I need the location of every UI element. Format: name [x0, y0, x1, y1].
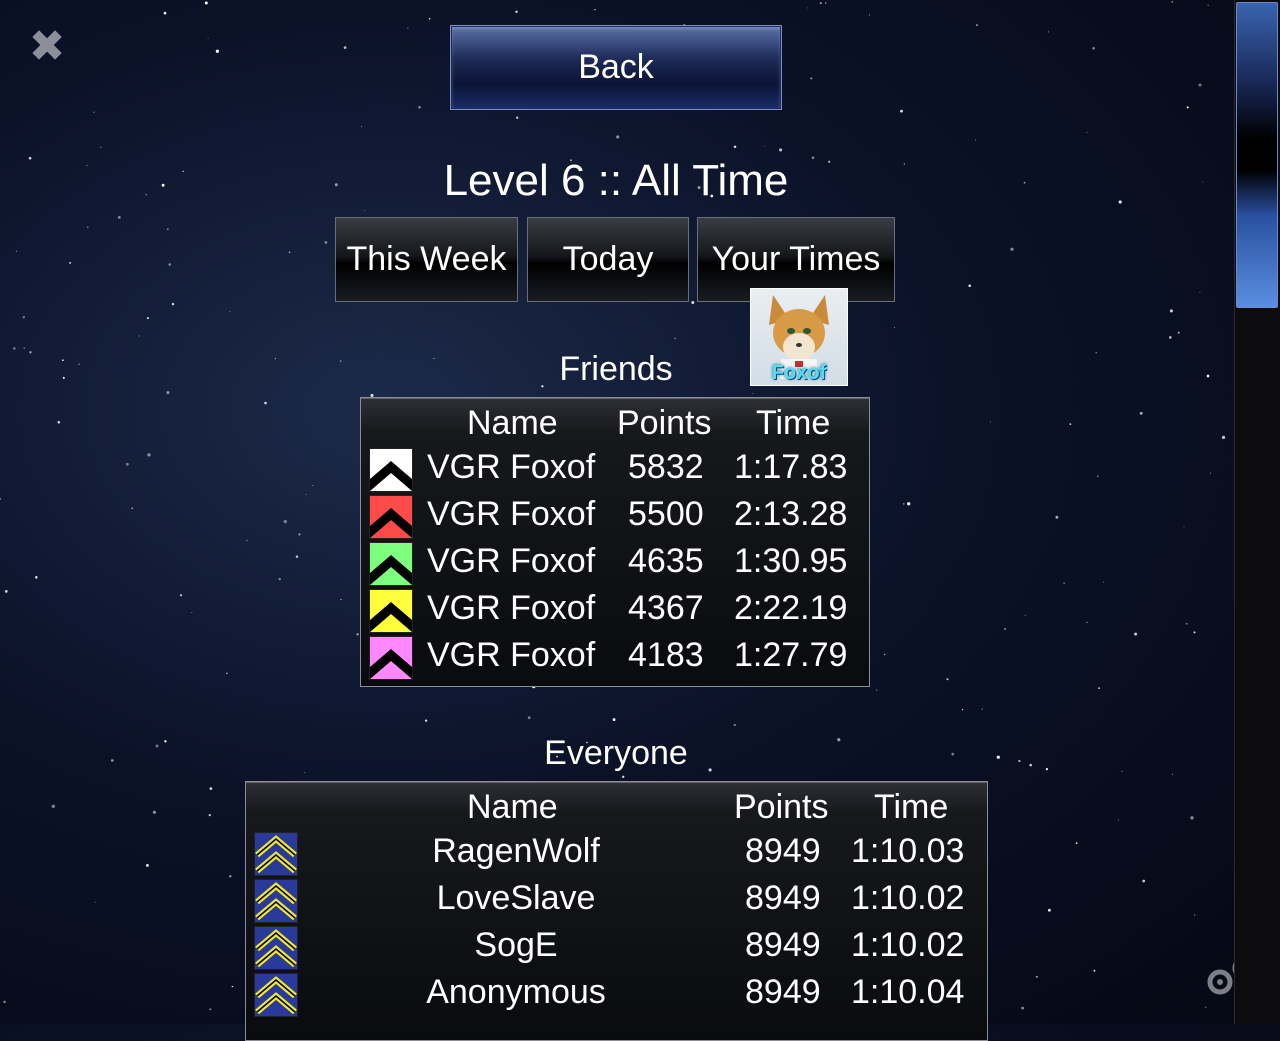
friends-row-points: 4367 — [628, 589, 704, 627]
everyone-row-points: 8949 — [745, 879, 821, 917]
friends-row-time: 1:27.79 — [734, 636, 848, 674]
everyone-row-time: 1:10.02 — [851, 926, 965, 964]
chevron-rank-icon — [254, 973, 298, 1017]
everyone-col-time: Time — [874, 788, 949, 826]
friends-leaderboard: Name Points Time VGR Foxof 5832 1:17.83 VGR… — [360, 397, 870, 687]
friends-row-time: 2:22.19 — [734, 589, 848, 627]
everyone-row-points: 8949 — [745, 973, 821, 1011]
friends-col-name: Name — [467, 404, 558, 442]
friends-row-name: VGR Foxof — [427, 448, 596, 486]
everyone-row-time: 1:10.02 — [851, 879, 965, 917]
friends-row-time: 2:13.28 — [734, 495, 848, 533]
everyone-row-name: Anonymous — [426, 973, 606, 1011]
everyone-table-row: RagenWolf 8949 1:10.03 — [246, 832, 987, 879]
friends-row-time: 1:17.83 — [734, 448, 848, 486]
friends-section-title: Friends — [559, 350, 673, 388]
friends-row-points: 5500 — [628, 495, 704, 533]
everyone-row-name: LoveSlave — [436, 879, 596, 917]
everyone-row-points: 8949 — [745, 832, 821, 870]
everyone-row-time: 1:10.04 — [851, 973, 965, 1011]
everyone-section-title: Everyone — [544, 734, 688, 772]
friends-row-time: 1:30.95 — [734, 542, 848, 580]
rank-ribbon-icon — [369, 495, 413, 539]
friends-row-points: 4635 — [628, 542, 704, 580]
friends-table-row: VGR Foxof 4635 1:30.95 — [361, 542, 869, 589]
chevron-rank-icon — [254, 832, 298, 876]
rank-ribbon-icon — [369, 636, 413, 680]
friends-row-points: 5832 — [628, 448, 704, 486]
chevron-rank-icon — [254, 926, 298, 970]
friends-col-points: Points — [617, 404, 712, 442]
everyone-col-points: Points — [734, 788, 829, 826]
friends-table-row: VGR Foxof 4367 2:22.19 — [361, 589, 869, 636]
back-button[interactable]: Back — [450, 25, 782, 110]
friends-row-name: VGR Foxof — [427, 636, 596, 674]
everyone-row-name: SogE — [474, 926, 558, 964]
rank-ribbon-icon — [369, 448, 413, 492]
tab-today[interactable]: Today — [527, 217, 689, 302]
tab-this-week[interactable]: This Week — [335, 217, 518, 302]
friends-row-name: VGR Foxof — [427, 542, 596, 580]
everyone-table-row: LoveSlave 8949 1:10.02 — [246, 879, 987, 926]
friends-table-row: VGR Foxof 4183 1:27.79 — [361, 636, 869, 683]
vertical-scrollbar[interactable] — [1234, 0, 1280, 1024]
friends-row-points: 4183 — [628, 636, 704, 674]
scrollbar-thumb[interactable] — [1236, 2, 1278, 308]
page-title: Level 6 :: All Time — [443, 156, 789, 205]
friends-row-name: VGR Foxof — [427, 495, 596, 533]
everyone-row-time: 1:10.03 — [851, 832, 965, 870]
everyone-col-name: Name — [467, 788, 558, 826]
close-icon[interactable]: ✖ — [26, 25, 68, 69]
everyone-table-row: Anonymous 8949 1:10.04 — [246, 973, 987, 1020]
chevron-rank-icon — [254, 879, 298, 923]
friends-row-name: VGR Foxof — [427, 589, 596, 627]
everyone-row-name: RagenWolf — [432, 832, 600, 870]
friends-table-row: VGR Foxof 5500 2:13.28 — [361, 495, 869, 542]
rank-ribbon-icon — [369, 542, 413, 586]
everyone-row-points: 8949 — [745, 926, 821, 964]
friends-table-row: VGR Foxof 5832 1:17.83 — [361, 448, 869, 495]
rank-ribbon-icon — [369, 589, 413, 633]
everyone-table-row: SogE 8949 1:10.02 — [246, 926, 987, 973]
everyone-leaderboard: Name Points Time RagenWolf 8949 1:10.03 Lov… — [245, 781, 988, 1041]
friends-col-time: Time — [756, 404, 831, 442]
